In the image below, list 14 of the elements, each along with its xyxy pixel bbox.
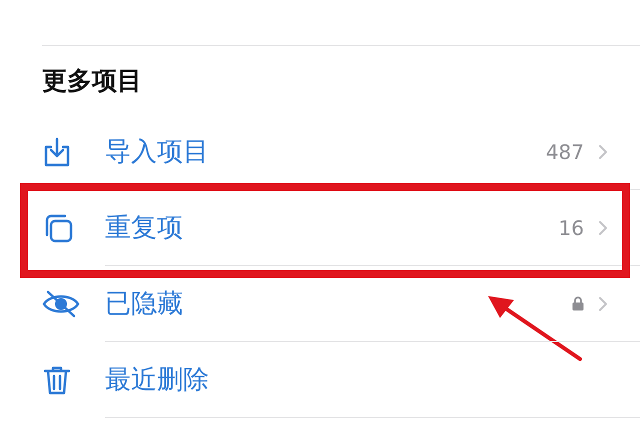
hidden-eye-icon [42,289,80,319]
chevron-right-icon [598,296,608,312]
list-item-label[interactable]: 重复项 [105,210,183,245]
chevron-right-icon [598,220,608,236]
list-item-label[interactable]: 最近删除 [105,362,209,397]
list-item-label[interactable]: 已隐藏 [105,286,183,321]
lock-icon [572,296,584,311]
item-count: 487 [546,140,584,164]
trash-icon [42,364,72,396]
list-item-label[interactable]: 导入项目 [105,134,209,169]
chevron-right-icon [598,144,608,160]
section-title: 更多项目 [42,64,142,96]
item-count: 16 [558,216,584,240]
download-tray-icon [42,136,72,168]
